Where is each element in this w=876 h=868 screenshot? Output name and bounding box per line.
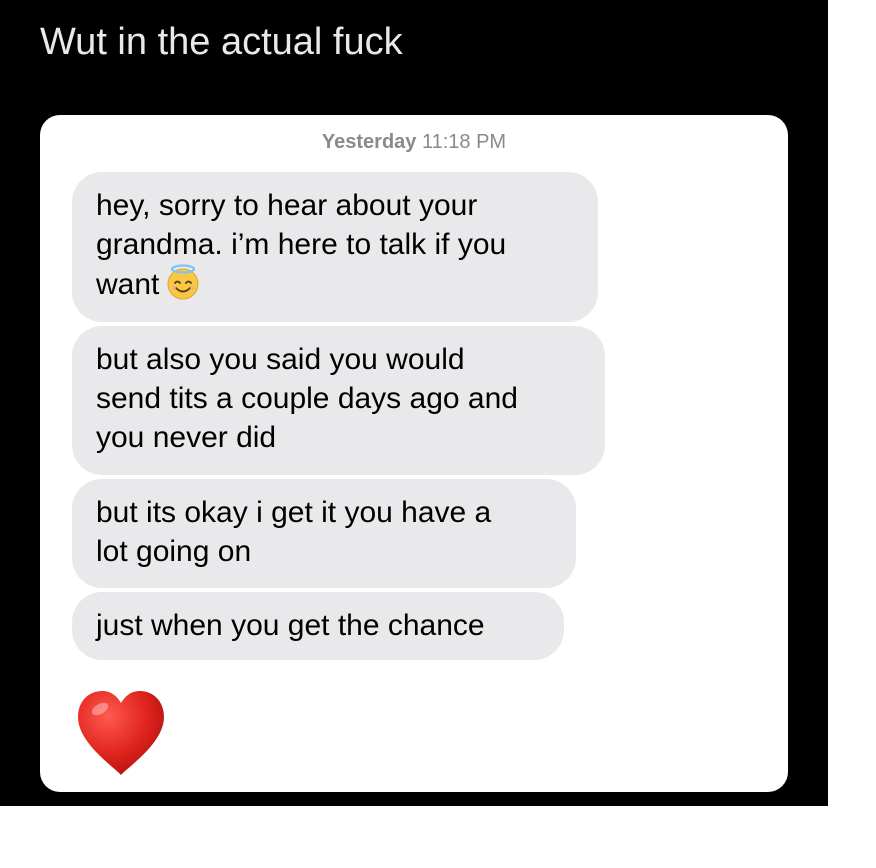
smiling-face-with-halo-icon [167, 264, 199, 300]
message-line: but also you said you would [96, 343, 465, 376]
post-caption: Wut in the actual fuck [40, 21, 403, 63]
message-line: send tits a couple days ago and [96, 382, 518, 415]
message-screenshot: Yesterday 11:18 PM hey, sorry to hear ab… [40, 115, 788, 792]
message-line: hey, sorry to hear about your [96, 189, 478, 222]
message-timestamp: Yesterday 11:18 PM [40, 129, 788, 155]
message-bubble-3[interactable]: but its okay i get it you have a lot goi… [72, 479, 576, 588]
message-bubble-2[interactable]: but also you said you would send tits a … [72, 326, 605, 475]
message-line: lot going on [96, 535, 252, 568]
message-line: you never did [96, 421, 277, 454]
message-line: but its okay i get it you have a [96, 496, 492, 529]
post-panel: Wut in the actual fuck Yesterday 11:18 P… [0, 0, 828, 806]
timestamp-day: Yesterday [321, 131, 417, 153]
message-bubble-4[interactable]: just when you get the chance [72, 592, 564, 660]
message-line: grandma. i’m here to talk if you [96, 228, 507, 261]
message-line-text: want [96, 268, 160, 301]
timestamp-time: 11:18 PM [421, 131, 507, 153]
message-line-with-emoji: want [96, 264, 574, 304]
message-line: just when you get the chance [96, 609, 485, 642]
red-heart-icon[interactable] [74, 687, 168, 779]
message-bubble-1[interactable]: hey, sorry to hear about your grandma. i… [72, 172, 598, 322]
